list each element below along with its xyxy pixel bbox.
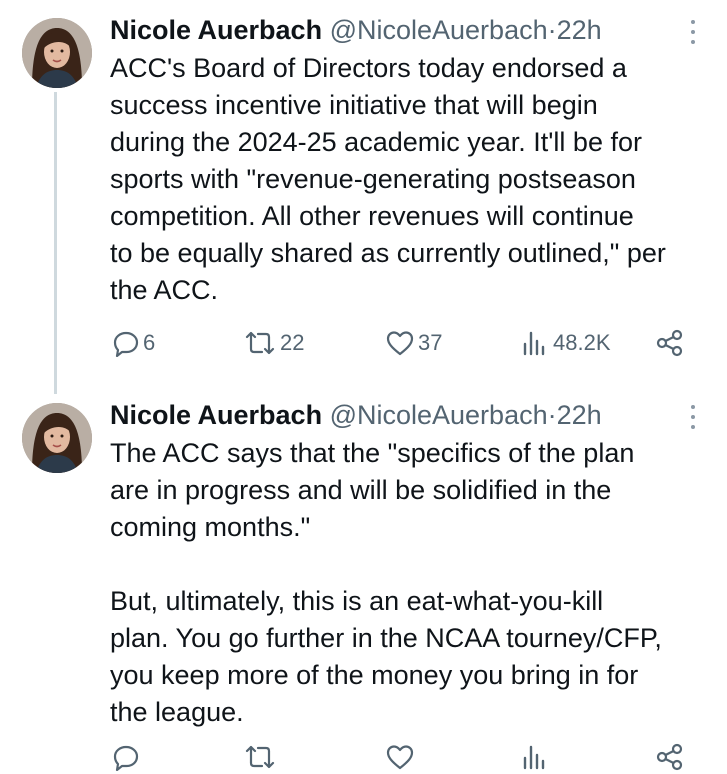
avatar[interactable] [22, 403, 92, 473]
tweet-actions [110, 740, 690, 774]
share-icon [656, 329, 683, 357]
retweet-count: 22 [280, 330, 305, 355]
timestamp[interactable]: 22h [557, 400, 602, 430]
share-icon [656, 743, 683, 771]
avatar-image [22, 403, 92, 473]
views-icon [523, 745, 545, 770]
reply-count: 6 [143, 330, 156, 355]
views-count: 48.2K [553, 330, 611, 355]
share-button[interactable] [655, 740, 685, 774]
avatar-image [22, 18, 92, 88]
tweet-text: ACC's Board of Directors today endorsed … [110, 53, 666, 305]
reply-button[interactable] [112, 740, 140, 774]
timestamp[interactable]: 22h [557, 15, 602, 45]
like-button[interactable] [385, 740, 415, 774]
more-icon[interactable] [689, 20, 697, 44]
share-button[interactable] [655, 326, 685, 360]
author-handle[interactable]: @NicoleAuerbach [330, 15, 548, 45]
retweet-icon [245, 745, 275, 769]
tweet-text: The ACC says that the "specifics of the … [110, 438, 662, 727]
heart-icon [386, 745, 414, 770]
views-button[interactable]: 48.2K [520, 326, 611, 360]
tweet-header: Nicole Auerbach @NicoleAuerbach·22h [110, 397, 687, 433]
retweet-icon [245, 331, 275, 355]
separator-dot: · [547, 15, 557, 45]
author-name[interactable]: Nicole Auerbach [110, 400, 322, 430]
author-name[interactable]: Nicole Auerbach [110, 15, 322, 45]
retweet-button[interactable]: 22 [243, 326, 304, 360]
reply-icon [113, 331, 139, 357]
separator-dot: · [547, 400, 557, 430]
author-handle[interactable]: @NicoleAuerbach [330, 400, 548, 430]
more-icon[interactable] [689, 405, 697, 429]
like-button[interactable]: 37 [385, 326, 442, 360]
heart-icon [386, 331, 414, 356]
avatar[interactable] [22, 18, 92, 88]
views-button[interactable] [520, 740, 550, 774]
tweet-header: Nicole Auerbach @NicoleAuerbach·22h [110, 12, 687, 48]
reply-button[interactable]: 6 [112, 326, 155, 360]
like-count: 37 [418, 330, 443, 355]
thread-connector [54, 92, 57, 394]
retweet-button[interactable] [243, 740, 277, 774]
tweet-actions: 6 22 37 48.2K [110, 326, 690, 360]
views-icon [523, 331, 545, 356]
reply-icon [113, 745, 139, 771]
